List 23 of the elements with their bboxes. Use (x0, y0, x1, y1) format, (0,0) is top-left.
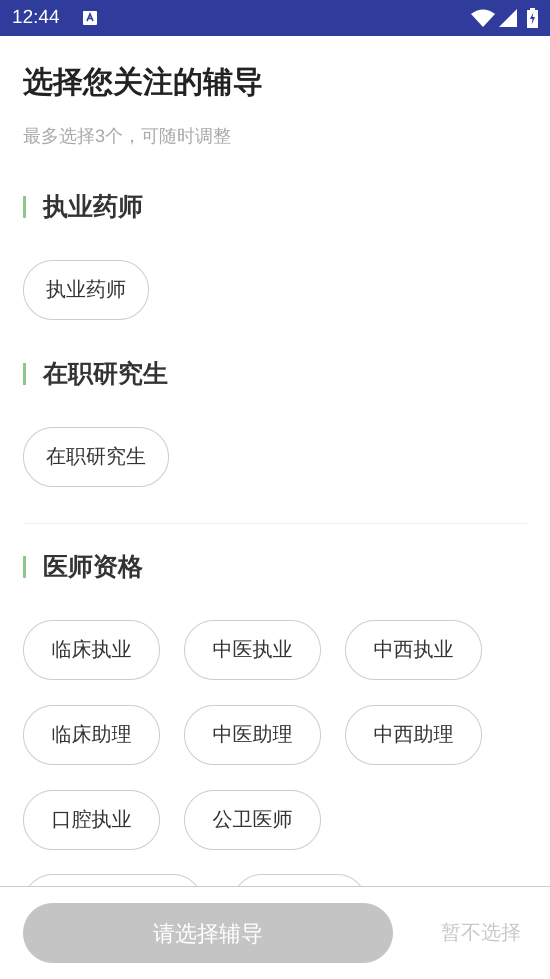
option-chip[interactable]: 中西执业 (345, 620, 482, 680)
section-title: 在职研究生 (43, 359, 168, 390)
option-chip[interactable]: 在职研究生 (23, 427, 169, 487)
section-marker (23, 196, 26, 218)
option-chip[interactable]: 中医执业 (184, 620, 321, 680)
section-title: 医师资格 (43, 552, 143, 583)
battery-icon (527, 8, 538, 28)
option-chip[interactable]: 执业药师 (23, 260, 149, 320)
section-marker (23, 556, 26, 578)
signal-icon (499, 9, 517, 27)
section-marker (23, 363, 26, 385)
keyboard-icon (82, 10, 98, 26)
option-chip[interactable]: 中西助理 (345, 705, 482, 765)
option-chip[interactable]: 临床执业 (23, 620, 160, 680)
wifi-icon (471, 9, 495, 27)
page-subtitle: 最多选择3个，可随时调整 (23, 125, 232, 148)
page-title: 选择您关注的辅导 (23, 65, 264, 101)
option-chip[interactable]: 临床助理 (23, 705, 160, 765)
option-chip[interactable]: 公卫医师 (184, 790, 321, 850)
status-time: 12:44 (12, 6, 60, 30)
section-title: 执业药师 (43, 192, 143, 223)
option-chip[interactable]: 中医助理 (184, 705, 321, 765)
option-chip[interactable]: 口腔执业 (23, 790, 160, 850)
